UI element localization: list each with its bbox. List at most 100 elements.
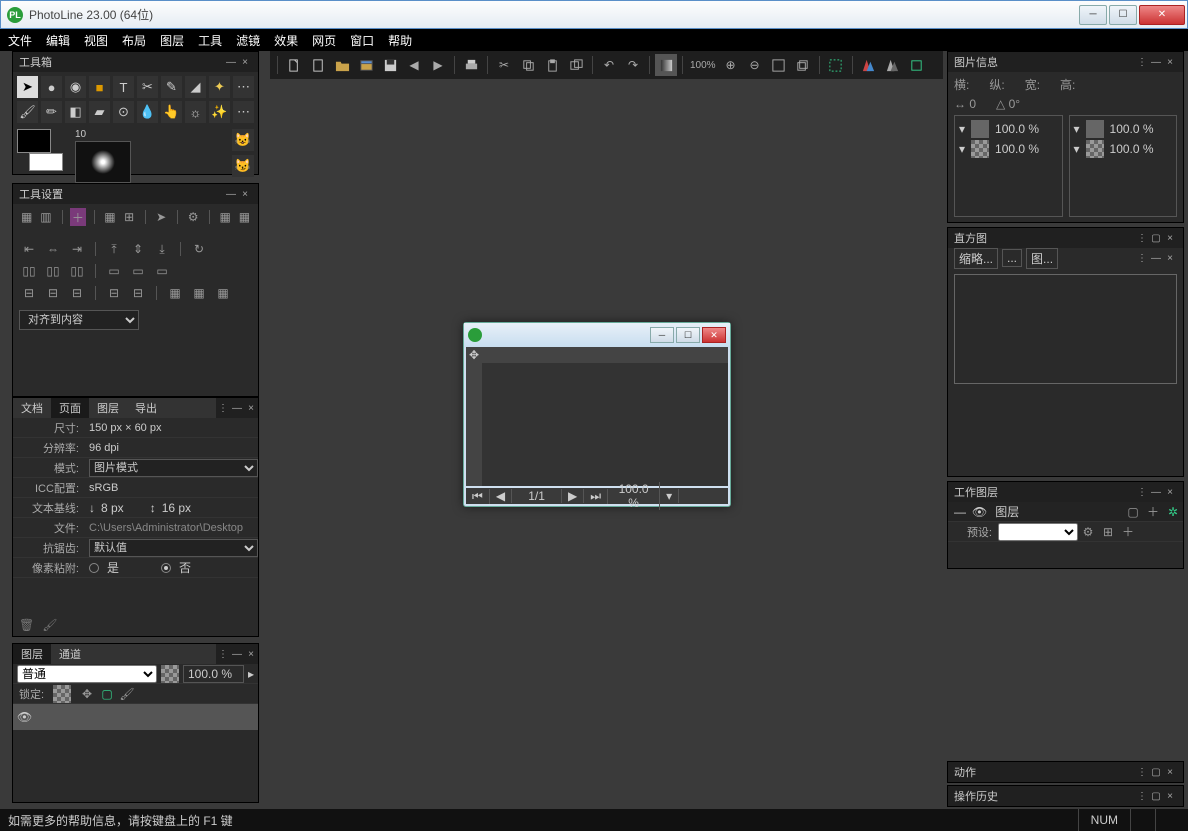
tab-layer[interactable]: 图层 <box>89 398 127 418</box>
lasso-tool-icon[interactable]: ◉ <box>65 76 86 98</box>
select-all-icon[interactable] <box>825 54 847 76</box>
align-vcenter-icon[interactable]: ⇕ <box>128 240 148 258</box>
hist-subtab-2[interactable]: ... <box>1002 249 1022 267</box>
new-blank-icon[interactable] <box>307 54 329 76</box>
baseline-val1[interactable]: 8 px <box>101 501 124 515</box>
tab-export[interactable]: 导出 <box>127 398 165 418</box>
print-icon[interactable] <box>460 54 482 76</box>
minimize-button[interactable]: ─ <box>1079 5 1107 25</box>
dist-h1-icon[interactable]: ▯▯ <box>19 262 39 280</box>
preset-gear-icon[interactable]: ⚙ <box>1078 523 1098 541</box>
dist-h3-icon[interactable]: ▯▯ <box>67 262 87 280</box>
panel-close-icon[interactable]: × <box>244 649 258 660</box>
browse-icon[interactable] <box>355 54 377 76</box>
menu-help[interactable]: 帮助 <box>388 32 412 49</box>
menu-view[interactable]: 视图 <box>84 32 108 49</box>
panel-minimize-icon[interactable]: — <box>1149 253 1163 264</box>
panel-menu-icon[interactable]: ⋮ <box>1135 233 1149 244</box>
curves-icon[interactable] <box>882 54 904 76</box>
new-file-icon[interactable] <box>283 54 305 76</box>
res-value[interactable]: 96 dpi <box>85 442 258 454</box>
eyedrop-tool-icon[interactable]: ◢ <box>185 76 206 98</box>
doc-maximize-button[interactable]: ☐ <box>676 327 700 343</box>
dist-v3-icon[interactable]: ▭ <box>152 262 172 280</box>
space-g3-icon[interactable]: ▦ <box>213 284 233 302</box>
crop-tool-icon[interactable]: ✂ <box>137 76 158 98</box>
levels-icon[interactable] <box>858 54 880 76</box>
blend-mode-select[interactable]: 普通 <box>17 665 157 683</box>
page-last-icon[interactable]: ⏭ <box>584 489 608 504</box>
gradient-icon[interactable] <box>655 54 677 76</box>
panel-restore-icon[interactable]: ▢ <box>1149 791 1163 802</box>
foreground-color-swatch[interactable] <box>17 129 51 153</box>
smudge-tool-icon[interactable]: 👆 <box>161 101 182 123</box>
panel-menu-icon[interactable]: ⋮ <box>1135 57 1149 68</box>
panel-close-icon[interactable]: × <box>1163 487 1177 498</box>
blur-tool-icon[interactable]: 💧 <box>137 101 158 123</box>
color-swatches[interactable] <box>17 129 69 171</box>
open-file-icon[interactable] <box>331 54 353 76</box>
menu-filter[interactable]: 滤镜 <box>236 32 260 49</box>
layers-icon[interactable] <box>792 54 814 76</box>
undo-icon[interactable]: ↶ <box>598 54 620 76</box>
space-v1-icon[interactable]: ⊟ <box>104 284 124 302</box>
doc-zoom-value[interactable]: 100.0 % <box>608 482 660 510</box>
fill-tool-icon[interactable]: ▰ <box>89 101 110 123</box>
align-hcenter-icon[interactable]: ⇔ <box>43 240 63 258</box>
space-v2-icon[interactable]: ⊟ <box>128 284 148 302</box>
snap-yes-radio[interactable] <box>89 563 99 573</box>
hist-subtab-3[interactable]: 图... <box>1026 248 1058 269</box>
menu-window[interactable]: 窗口 <box>350 32 374 49</box>
ts-grid3-icon[interactable]: ▦ <box>102 208 117 226</box>
align-left-icon[interactable]: ⇤ <box>19 240 39 258</box>
panel-close-icon[interactable]: × <box>244 403 258 414</box>
crop-icon[interactable] <box>906 54 928 76</box>
panel-close-icon[interactable]: × <box>1163 253 1177 264</box>
align-target-select[interactable]: 对齐到内容 <box>19 310 139 330</box>
menu-file[interactable]: 文件 <box>8 32 32 49</box>
panel-close-icon[interactable]: × <box>1163 233 1177 244</box>
panel-close-icon[interactable]: × <box>1163 791 1177 802</box>
preset-select[interactable] <box>998 523 1078 541</box>
page-prev-icon[interactable]: ◀ <box>490 489 512 503</box>
space-g1-icon[interactable]: ▦ <box>165 284 185 302</box>
align-right-icon[interactable]: ⇥ <box>67 240 87 258</box>
dist-v1-icon[interactable]: ▭ <box>104 262 124 280</box>
save-icon[interactable] <box>379 54 401 76</box>
ts-grid2-icon[interactable]: ▥ <box>38 208 53 226</box>
space-h3-icon[interactable]: ⊟ <box>67 284 87 302</box>
align-bottom-icon[interactable]: ⤓ <box>152 240 172 258</box>
doc-minimize-button[interactable]: ─ <box>650 327 674 343</box>
panel-minimize-icon[interactable]: — <box>230 403 244 414</box>
tab-layers[interactable]: 图层 <box>13 644 51 664</box>
panel-menu-icon[interactable]: ⋮ <box>216 649 230 660</box>
panel-restore-icon[interactable]: ▢ <box>1149 767 1163 778</box>
page-first-icon[interactable]: ⏮ <box>466 489 490 504</box>
brush-icon[interactable]: 🖌 <box>42 618 57 632</box>
panel-minimize-icon[interactable]: — <box>1149 57 1163 68</box>
eye-icon[interactable]: 👁 <box>17 710 32 724</box>
more-tool-icon[interactable]: ⋯ <box>233 76 254 98</box>
prev-icon[interactable]: ◀ <box>403 54 425 76</box>
menu-edit[interactable]: 编辑 <box>46 32 70 49</box>
mode-select[interactable]: 图片模式 <box>89 459 258 477</box>
checker-icon[interactable] <box>161 665 179 683</box>
refresh-icon[interactable]: ↻ <box>189 240 209 258</box>
rect-tool-icon[interactable]: ■ <box>89 76 110 98</box>
panel-menu-icon[interactable]: ⋮ <box>1135 767 1149 778</box>
fit-icon[interactable] <box>768 54 790 76</box>
dodge-tool-icon[interactable]: ☼ <box>185 101 206 123</box>
zoom-in-icon[interactable]: ⊕ <box>720 54 742 76</box>
panel-menu-icon[interactable]: ⋮ <box>1135 487 1149 498</box>
zoom-text[interactable]: 100% <box>688 54 718 76</box>
wl-add-icon[interactable]: ＋ <box>1143 503 1163 521</box>
copy-icon[interactable] <box>517 54 539 76</box>
eye-icon[interactable]: 👁 <box>972 505 987 519</box>
mask-b-icon[interactable]: 😼 <box>232 155 254 177</box>
space-h1-icon[interactable]: ⊟ <box>19 284 39 302</box>
panel-close-icon[interactable]: × <box>238 57 252 68</box>
panel-menu-icon[interactable]: ⋮ <box>1135 253 1149 264</box>
lock-alpha-icon[interactable] <box>53 685 71 703</box>
cut-icon[interactable]: ✂ <box>493 54 515 76</box>
panel-restore-icon[interactable]: ▢ <box>1149 233 1163 244</box>
